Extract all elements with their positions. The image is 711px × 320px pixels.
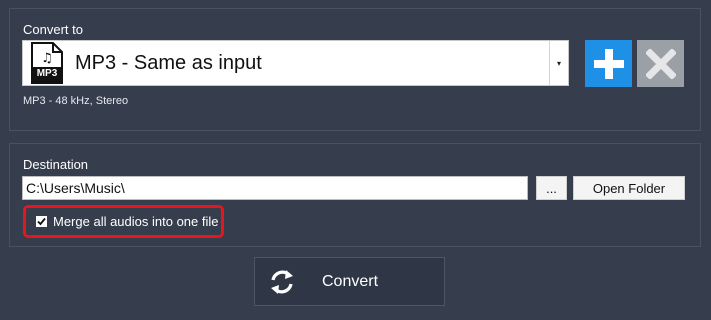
x-icon bbox=[645, 48, 676, 79]
destination-path-input[interactable] bbox=[22, 176, 528, 200]
svg-text:♫: ♫ bbox=[41, 51, 53, 66]
convert-to-label: Convert to bbox=[23, 22, 83, 37]
merge-option-highlight: Merge all audios into one file bbox=[23, 205, 224, 238]
format-details: MP3 - 48 kHz, Stereo bbox=[23, 95, 129, 107]
destination-panel: Destination ... Open Folder Merge all au… bbox=[9, 143, 701, 247]
plus-icon bbox=[593, 48, 624, 79]
file-icon-label: MP3 bbox=[36, 68, 58, 79]
convert-to-panel: Convert to ♫ MP3 MP3 - Same as input ▾ M… bbox=[9, 8, 701, 131]
browse-button[interactable]: ... bbox=[536, 176, 567, 200]
convert-label: Convert bbox=[322, 272, 379, 290]
open-folder-button[interactable]: Open Folder bbox=[573, 176, 685, 200]
convert-button[interactable]: Convert bbox=[254, 257, 445, 306]
merge-checkbox[interactable] bbox=[36, 216, 47, 227]
dropdown-arrow-icon[interactable]: ▾ bbox=[549, 41, 568, 85]
merge-label[interactable]: Merge all audios into one file bbox=[53, 214, 219, 229]
checkmark-icon bbox=[37, 217, 46, 226]
refresh-icon bbox=[271, 269, 293, 294]
destination-label: Destination bbox=[23, 157, 89, 172]
add-format-button[interactable] bbox=[585, 40, 632, 87]
remove-format-button[interactable] bbox=[637, 40, 684, 87]
mp3-file-icon: ♫ MP3 bbox=[29, 42, 65, 84]
format-name: MP3 - Same as input bbox=[75, 51, 262, 74]
format-dropdown[interactable]: ♫ MP3 MP3 - Same as input ▾ bbox=[22, 40, 569, 86]
